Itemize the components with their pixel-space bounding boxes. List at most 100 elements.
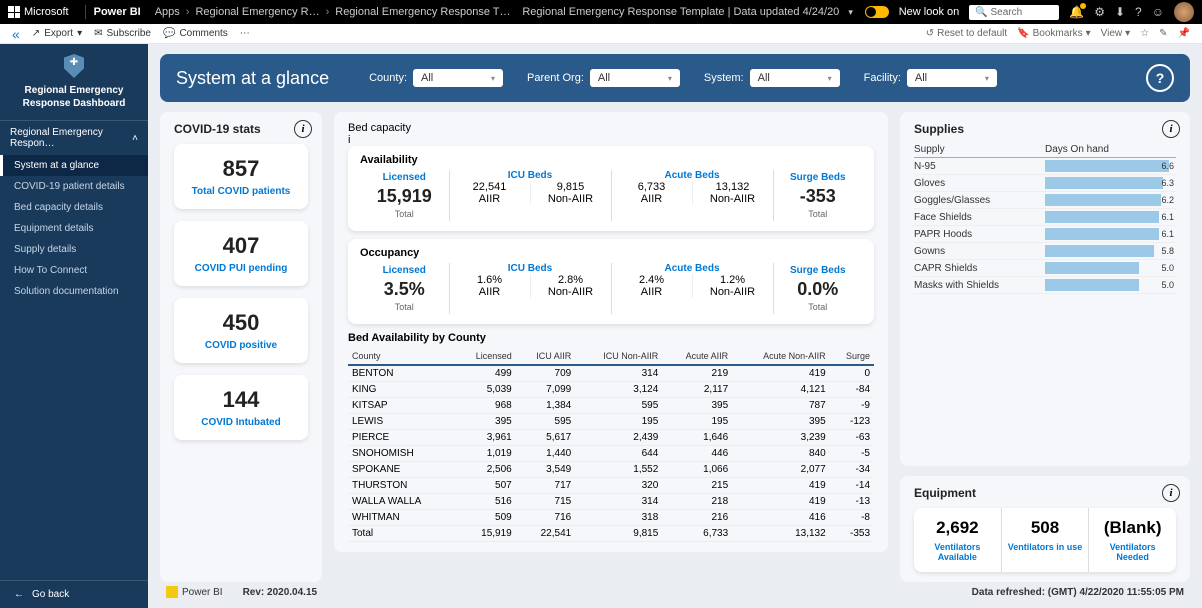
info-icon[interactable]: i [1162, 484, 1180, 502]
avatar[interactable] [1174, 2, 1194, 22]
table-header[interactable]: ICU AIIR [516, 348, 575, 365]
go-back-button[interactable]: ← Go back [0, 580, 148, 608]
comments-button[interactable]: 💬 Comments [163, 28, 228, 39]
table-row[interactable]: BENTON4997093142194190 [348, 365, 874, 382]
sidebar-item-supply-details[interactable]: Supply details [0, 239, 148, 260]
sidebar-item-covid-19-patient-details[interactable]: COVID-19 patient details [0, 176, 148, 197]
table-row[interactable]: PIERCE3,9615,6172,4391,6463,239-63 [348, 429, 874, 445]
table-row[interactable]: KING5,0397,0993,1242,1174,121-84 [348, 381, 874, 397]
supply-bar [1045, 262, 1139, 274]
filter-county: County:All▾ [369, 69, 503, 87]
reset-default-button[interactable]: ↺ Reset to default [926, 28, 1007, 39]
bookmarks-button[interactable]: 🔖 Bookmarks ▾ [1017, 28, 1091, 39]
notifications-icon[interactable]: 🔔 [1069, 5, 1084, 19]
supply-row[interactable]: Face Shields6.1 [914, 209, 1176, 226]
supply-row[interactable]: N-956.6 [914, 158, 1176, 175]
report-sidebar: Regional Emergency Response Dashboard Re… [0, 44, 148, 608]
table-row[interactable]: SPOKANE2,5063,5491,5521,0662,077-34 [348, 461, 874, 477]
table-row[interactable]: LEWIS395595195195395-123 [348, 413, 874, 429]
supply-row[interactable]: Goggles/Glasses6.2 [914, 192, 1176, 209]
sidebar-item-solution-documentation[interactable]: Solution documentation [0, 281, 148, 302]
supply-bar [1045, 245, 1154, 257]
equipment-cell[interactable]: (Blank)Ventilators Needed [1088, 508, 1176, 572]
equipment-cell[interactable]: 2,692Ventilators Available [914, 508, 1001, 572]
supply-value: 6.1 [1161, 229, 1174, 239]
supply-row[interactable]: Gowns5.8 [914, 243, 1176, 260]
table-header[interactable]: Acute AIIR [662, 348, 732, 365]
sub-aiir: AIIR [612, 286, 692, 298]
info-icon[interactable]: i [1162, 120, 1180, 138]
export-button[interactable]: ↗ Export ▾ [32, 28, 82, 39]
report-title-center[interactable]: Regional Emergency Response Template | D… [511, 6, 865, 18]
supply-row[interactable]: Gloves6.3 [914, 175, 1176, 192]
sidebar-title: Regional Emergency Response Dashboard [4, 84, 144, 110]
stat-tile[interactable]: 450COVID positive [174, 298, 308, 363]
filter-dropdown[interactable]: All▾ [907, 69, 997, 87]
stat-tile[interactable]: 407COVID PUI pending [174, 221, 308, 286]
sub-total: Total [364, 302, 445, 312]
table-header[interactable]: ICU Non-AIIR [575, 348, 662, 365]
report-content: System at a glance County:All▾Parent Org… [148, 44, 1202, 608]
feedback-icon[interactable]: ☺ [1152, 5, 1164, 19]
info-icon[interactable]: i [348, 134, 874, 146]
supply-value: 5.8 [1161, 246, 1174, 256]
filter-dropdown[interactable]: All▾ [413, 69, 503, 87]
stat-label: COVID positive [186, 340, 296, 351]
stat-tile[interactable]: 857Total COVID patients [174, 144, 308, 209]
sub-nonaiir: Non-AIIR [693, 193, 773, 205]
product-label[interactable]: Power BI [94, 6, 141, 18]
info-icon[interactable]: i [294, 120, 312, 138]
settings-icon[interactable]: ⚙ [1094, 5, 1105, 19]
sidebar-item-equipment-details[interactable]: Equipment details [0, 218, 148, 239]
sidebar-item-how-to-connect[interactable]: How To Connect [0, 260, 148, 281]
table-header[interactable]: Surge [830, 348, 874, 365]
search-input[interactable]: 🔍 Search [969, 5, 1059, 20]
table-total-row[interactable]: Total15,91922,5419,8156,73313,132-353 [348, 525, 874, 541]
more-icon[interactable]: ⋯ [240, 28, 250, 39]
crumb-apps[interactable]: Apps [155, 6, 180, 18]
collapse-pane-icon[interactable]: « [12, 26, 20, 42]
table-row[interactable]: SNOHOMISH1,0191,440644446840-5 [348, 445, 874, 461]
sidebar-item-system-at-a-glance[interactable]: System at a glance [0, 155, 148, 176]
table-row[interactable]: WALLA WALLA516715314218419-13 [348, 493, 874, 509]
table-row[interactable]: WHITMAN509716318216416-8 [348, 509, 874, 525]
view-button[interactable]: View ▾ [1101, 28, 1131, 39]
filter-label: Parent Org: [527, 72, 584, 84]
sub-nonaiir: Non-AIIR [531, 286, 611, 298]
supply-row[interactable]: Masks with Shields5.0 [914, 277, 1176, 294]
equipment-cell[interactable]: 508Ventilators in use [1001, 508, 1089, 572]
crumb-report[interactable]: Regional Emergency Response T… [335, 6, 510, 18]
filter-dropdown[interactable]: All▾ [590, 69, 680, 87]
filter-facility: Facility:All▾ [864, 69, 997, 87]
supply-bar [1045, 279, 1139, 291]
subscribe-button[interactable]: ✉ Subscribe [94, 28, 151, 39]
download-icon[interactable]: ⬇ [1115, 5, 1125, 19]
favorite-icon[interactable]: ☆ [1140, 28, 1149, 39]
pin-icon[interactable]: 📌 [1178, 28, 1190, 39]
stat-tile[interactable]: 144COVID Intubated [174, 375, 308, 440]
filter-dropdown[interactable]: All▾ [750, 69, 840, 87]
table-row[interactable]: THURSTON507717320215419-14 [348, 477, 874, 493]
table-row[interactable]: KITSAP9681,384595395787-9 [348, 397, 874, 413]
topbar-right: New look on 🔍 Search 🔔 ⚙ ⬇ ? ☺ [865, 2, 1194, 22]
main-area: Regional Emergency Response Dashboard Re… [0, 44, 1202, 608]
supply-value: 5.0 [1161, 263, 1174, 273]
county-data-table[interactable]: CountyLicensedICU AIIRICU Non-AIIRAcute … [348, 348, 874, 542]
sidebar-section[interactable]: Regional Emergency Respon… ˄ [0, 120, 148, 155]
equipment-value: 2,692 [918, 518, 997, 538]
surge-label: Surge Beds [778, 172, 859, 183]
equipment-value: (Blank) [1093, 518, 1172, 538]
table-header[interactable]: County [348, 348, 455, 365]
crumb-app[interactable]: Regional Emergency R… [195, 6, 319, 18]
supply-row[interactable]: CAPR Shields5.0 [914, 260, 1176, 277]
page-help-icon[interactable]: ? [1146, 64, 1174, 92]
new-look-label: New look on [899, 6, 960, 18]
edit-icon[interactable]: ✎ [1159, 28, 1167, 39]
new-look-toggle[interactable] [865, 6, 889, 18]
supply-row[interactable]: PAPR Hoods6.1 [914, 226, 1176, 243]
sidebar-item-bed-capacity-details[interactable]: Bed capacity details [0, 197, 148, 218]
table-header[interactable]: Licensed [455, 348, 516, 365]
help-icon[interactable]: ? [1135, 5, 1142, 19]
waffle-menu[interactable]: Microsoft [8, 6, 69, 18]
table-header[interactable]: Acute Non-AIIR [732, 348, 830, 365]
